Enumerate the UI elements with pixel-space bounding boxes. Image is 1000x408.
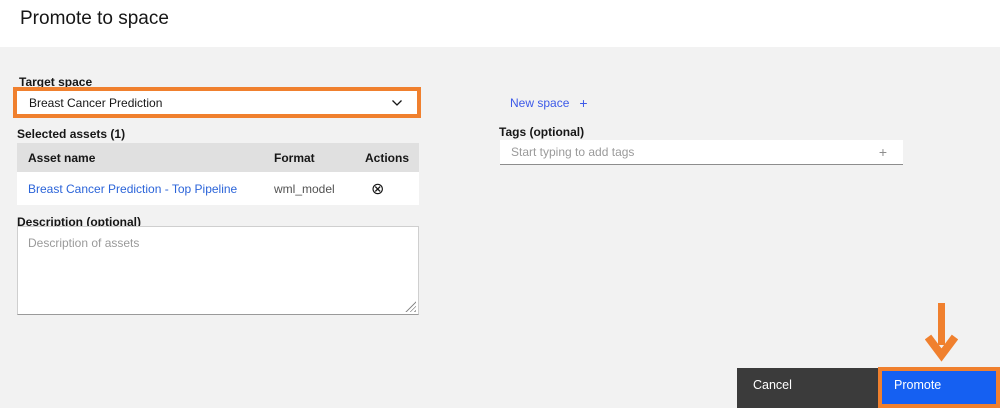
description-textarea[interactable] — [17, 226, 419, 315]
new-space-link-label: New space — [510, 96, 570, 110]
table-row: Breast Cancer Prediction - Top Pipeline … — [17, 172, 419, 205]
table-header-row: Asset name Format Actions — [17, 143, 419, 172]
selected-assets-table: Asset name Format Actions Breast Cancer … — [17, 143, 419, 205]
target-space-dropdown[interactable]: Breast Cancer Prediction — [13, 87, 421, 118]
tags-input-wrapper: + — [500, 140, 903, 165]
add-tag-icon[interactable]: + — [879, 144, 903, 160]
target-space-selected-value: Breast Cancer Prediction — [29, 95, 163, 110]
chevron-down-icon — [391, 94, 403, 112]
asset-format-value: wml_model — [274, 181, 335, 196]
tags-input[interactable] — [500, 140, 879, 164]
asset-name-link[interactable]: Breast Cancer Prediction - Top Pipeline — [17, 182, 274, 196]
remove-asset-icon[interactable]: ⊗ — [365, 180, 384, 197]
tags-label: Tags (optional) — [499, 125, 585, 139]
selected-assets-heading: Selected assets (1) — [17, 127, 126, 141]
annotation-highlight-promote: Promote — [878, 367, 1000, 408]
promote-button[interactable]: Promote — [882, 371, 996, 404]
plus-icon: + — [579, 95, 588, 111]
column-header-asset-name: Asset name — [28, 150, 96, 165]
new-space-link[interactable]: New space + — [510, 95, 588, 111]
column-header-actions: Actions — [365, 150, 410, 165]
page-title: Promote to space — [20, 8, 169, 29]
column-header-format: Format — [274, 150, 315, 165]
cancel-button[interactable]: Cancel — [737, 368, 878, 408]
